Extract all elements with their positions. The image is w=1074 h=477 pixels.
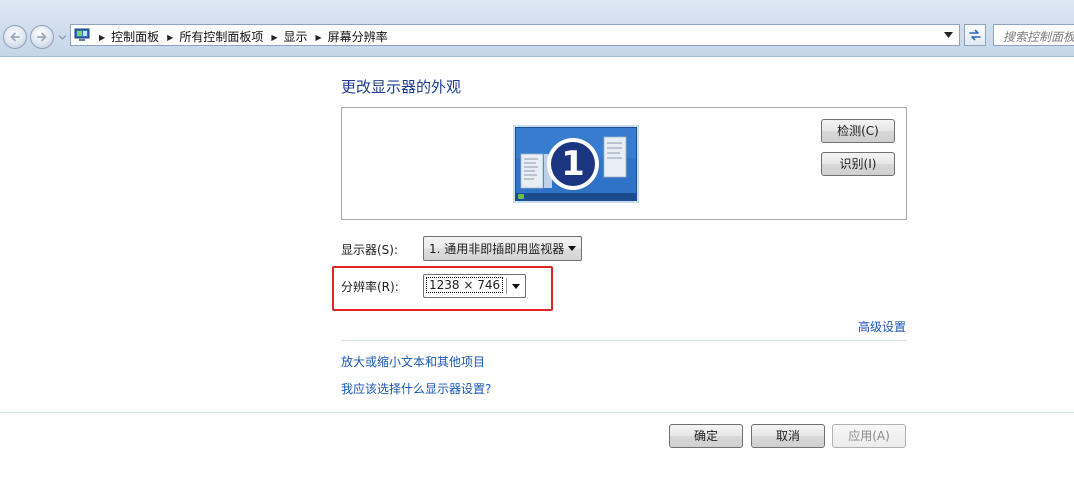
address-history-chevron-down-icon[interactable] (944, 32, 953, 38)
back-button[interactable] (3, 25, 27, 49)
forward-arrow-icon (37, 32, 47, 42)
search-box[interactable]: 搜索控制面板 (993, 24, 1074, 46)
display-preview-panel: 1 检测(C) 识别(I) (341, 107, 907, 220)
resolution-highlight-box (332, 266, 553, 311)
divider (341, 340, 907, 341)
refresh-icon (969, 29, 981, 41)
forward-button[interactable] (30, 25, 54, 49)
address-bar[interactable]: ▶ 控制面板 ▶ 所有控制面板项 ▶ 显示 ▶ 屏幕分辨率 (70, 24, 960, 46)
chevron-right-icon[interactable]: ▶ (271, 33, 277, 42)
page-title: 更改显示器的外观 (341, 78, 462, 96)
breadcrumb-item[interactable]: 显示 (284, 30, 308, 44)
display-label: 显示器(S): (341, 243, 399, 257)
recent-pages-chevron-down-icon[interactable] (58, 34, 67, 41)
search-placeholder: 搜索控制面板 (1003, 30, 1074, 44)
back-arrow-icon (10, 32, 20, 42)
breadcrumb-item[interactable]: 屏幕分辨率 (328, 30, 388, 44)
advanced-settings-link[interactable]: 高级设置 (858, 318, 906, 335)
chevron-right-icon[interactable]: ▶ (167, 33, 173, 42)
ok-button[interactable]: 确定 (669, 424, 743, 448)
chevron-right-icon[interactable]: ▶ (316, 33, 322, 42)
identify-button[interactable]: 识别(I) (821, 152, 895, 176)
monitor-number-label: 1 (561, 144, 585, 184)
breadcrumb: ▶ 控制面板 ▶ 所有控制面板项 ▶ 显示 ▶ 屏幕分辨率 (95, 28, 388, 45)
breadcrumb-item[interactable]: 控制面板 (111, 30, 159, 44)
control-panel-icon (74, 28, 90, 41)
chevron-right-icon[interactable]: ▶ (99, 33, 105, 42)
cancel-button[interactable]: 取消 (751, 424, 825, 448)
display-select-value: 1. 通用非即插即用监视器 (429, 242, 565, 256)
footer-divider (0, 412, 1074, 413)
monitor-1[interactable]: 1 (515, 127, 637, 201)
display-select[interactable]: 1. 通用非即插即用监视器 (423, 236, 582, 261)
detect-button[interactable]: 检测(C) (821, 119, 895, 143)
display-settings-help-link[interactable]: 我应该选择什么显示器设置? (341, 380, 491, 397)
chevron-down-icon (568, 246, 576, 251)
text-size-link[interactable]: 放大或缩小文本和其他项目 (341, 353, 485, 370)
address-toolbar: ▶ 控制面板 ▶ 所有控制面板项 ▶ 显示 ▶ 屏幕分辨率 搜索控制面板 (0, 0, 1074, 57)
refresh-button[interactable] (964, 24, 986, 46)
breadcrumb-item[interactable]: 所有控制面板项 (179, 30, 263, 44)
apply-button[interactable]: 应用(A) (832, 424, 906, 448)
